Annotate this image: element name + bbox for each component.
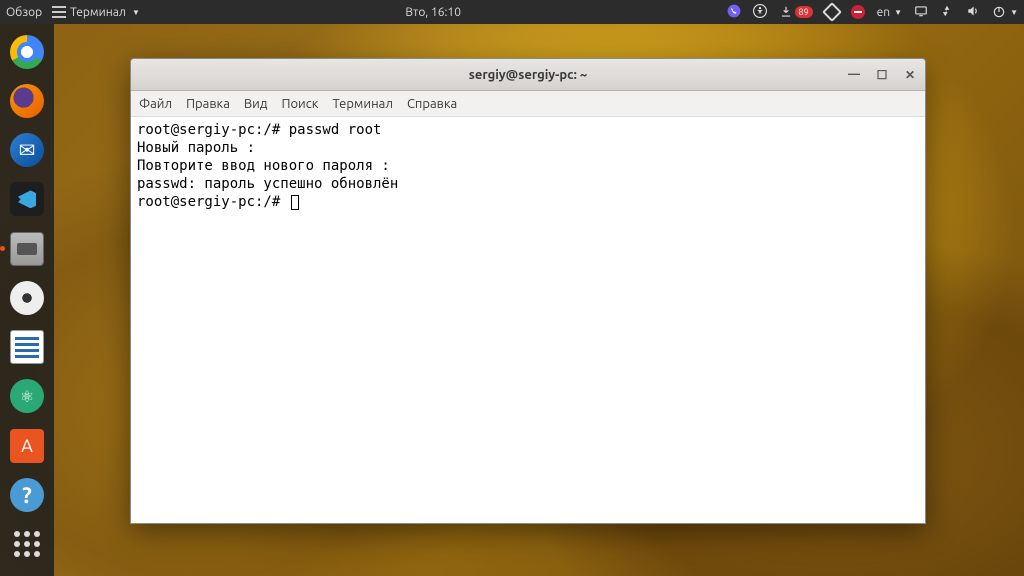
terminal-line: passwd: пароль успешно обновлён <box>137 176 398 192</box>
atom-icon: ⚛ <box>10 379 44 413</box>
help-icon: ? <box>10 478 44 512</box>
do-not-disturb-icon[interactable] <box>851 5 865 19</box>
cursor-icon <box>291 195 299 210</box>
software-icon: A <box>10 429 44 463</box>
vscode-icon <box>10 182 44 216</box>
window-title: sergiy@sergiy-pc: ~ <box>469 68 587 82</box>
show-applications[interactable] <box>7 525 47 564</box>
dock-software[interactable]: A <box>7 426 47 465</box>
app-menu-label: Терминал <box>70 6 126 19</box>
disk-icon <box>10 281 44 315</box>
dropdown-icon: ▼ <box>894 8 902 17</box>
screen-icon[interactable] <box>914 4 928 21</box>
download-icon <box>779 5 793 19</box>
dock-disks[interactable] <box>7 278 47 317</box>
terminal-app-icon <box>52 6 66 18</box>
terminal-menubar: Файл Правка Вид Поиск Терминал Справка <box>131 91 925 117</box>
activities-button[interactable]: Обзор <box>6 6 42 19</box>
menu-help[interactable]: Справка <box>407 97 457 111</box>
menu-search[interactable]: Поиск <box>281 97 318 111</box>
dock-files[interactable] <box>7 229 47 268</box>
dock-thunderbird[interactable]: ✉ <box>7 131 47 170</box>
network-icon[interactable] <box>940 4 954 21</box>
terminal-output[interactable]: root@sergiy-pc:/# passwd root Новый паро… <box>131 117 925 523</box>
menu-terminal[interactable]: Терминал <box>332 97 392 111</box>
app-menu[interactable]: Терминал ▼ <box>52 6 140 19</box>
minimize-button[interactable]: — <box>845 66 863 84</box>
terminal-prompt: root@sergiy-pc:/# <box>137 194 289 210</box>
dock-atom[interactable]: ⚛ <box>7 377 47 416</box>
desktop: Обзор Терминал ▼ Вто, 16:10 89 en▼ <box>0 0 1024 576</box>
dock-chromium[interactable] <box>7 32 47 71</box>
terminal-window: sergiy@sergiy-pc: ~ — ☐ ✕ Файл Правка Ви… <box>130 58 926 524</box>
firefox-icon <box>10 84 44 118</box>
dropdown-icon: ▼ <box>1010 8 1018 17</box>
dock-help[interactable]: ? <box>7 475 47 514</box>
close-button[interactable]: ✕ <box>901 66 919 84</box>
power-icon[interactable]: ▼ <box>992 5 1018 19</box>
menu-view[interactable]: Вид <box>244 97 268 111</box>
clock[interactable]: Вто, 16:10 <box>405 6 461 19</box>
chromium-icon <box>10 35 44 69</box>
keyboard-layout[interactable]: en▼ <box>877 6 902 19</box>
dock: ✉ ⚛ A ? <box>0 24 54 576</box>
dock-writer[interactable] <box>7 328 47 367</box>
volume-icon[interactable] <box>966 4 980 21</box>
thunderbird-icon: ✉ <box>10 133 44 167</box>
updates-badge: 89 <box>795 6 813 18</box>
menu-edit[interactable]: Правка <box>186 97 230 111</box>
menu-file[interactable]: Файл <box>139 97 172 111</box>
terminal-line: Повторите ввод нового пароля : <box>137 158 390 174</box>
terminal-line: root@sergiy-pc:/# passwd root <box>137 122 381 138</box>
writer-icon <box>10 330 44 364</box>
zorin-icon[interactable] <box>822 2 842 22</box>
dock-vscode[interactable] <box>7 180 47 219</box>
dropdown-icon: ▼ <box>132 8 140 17</box>
files-icon <box>10 232 44 266</box>
terminal-line: Новый пароль : <box>137 140 255 156</box>
window-titlebar[interactable]: sergiy@sergiy-pc: ~ — ☐ ✕ <box>131 59 925 91</box>
accessibility-icon[interactable] <box>753 4 767 21</box>
maximize-button[interactable]: ☐ <box>873 66 891 84</box>
dock-firefox[interactable] <box>7 81 47 120</box>
viber-icon[interactable] <box>727 4 741 21</box>
top-panel: Обзор Терминал ▼ Вто, 16:10 89 en▼ <box>0 0 1024 24</box>
updates-indicator[interactable]: 89 <box>779 5 813 19</box>
